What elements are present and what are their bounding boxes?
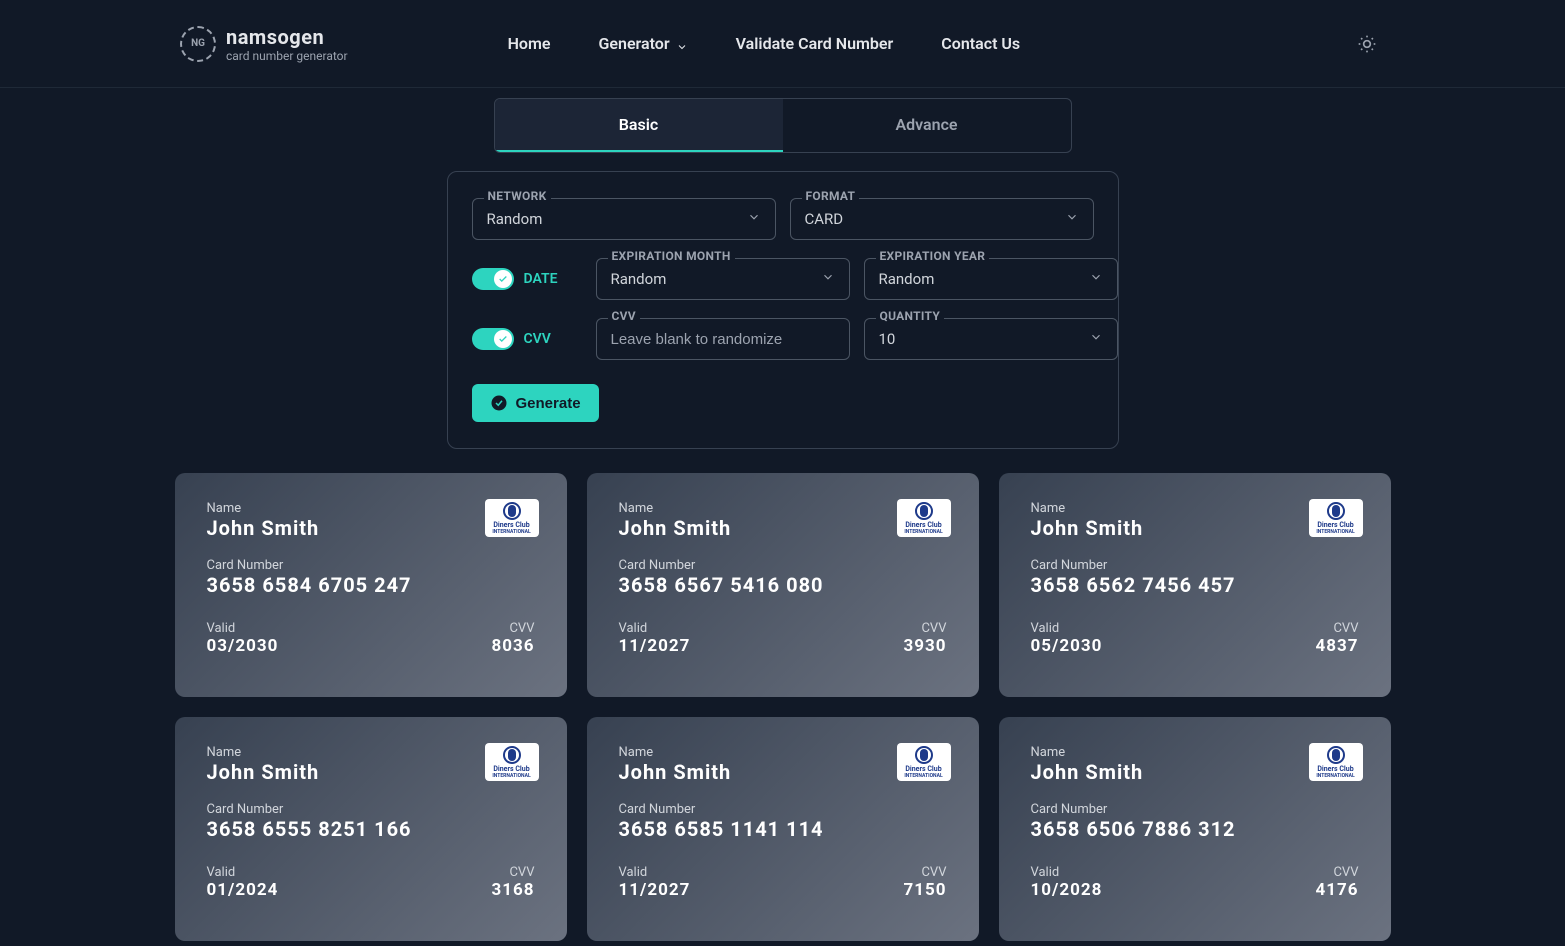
card-number-value: 3658 6555 8251 166 <box>207 817 535 841</box>
results-grid: Diners Club INTERNATIONAL Name John Smit… <box>175 473 1391 941</box>
quantity-select[interactable]: 10 <box>864 318 1118 360</box>
date-toggle[interactable] <box>472 268 514 290</box>
nav-generator-label: Generator <box>598 34 669 53</box>
check-icon <box>498 334 508 344</box>
card-number-label: Card Number <box>619 558 947 573</box>
cvv-label: CVV <box>608 309 640 323</box>
card-cvv-label: CVV <box>1315 621 1358 636</box>
chevron-down-icon <box>1065 210 1079 228</box>
chevron-down-icon <box>1089 330 1103 348</box>
card-number-value: 3658 6584 6705 247 <box>207 573 535 597</box>
credit-card: Diners Club INTERNATIONAL Name John Smit… <box>999 473 1391 697</box>
card-network-logo: Diners Club INTERNATIONAL <box>485 499 539 537</box>
tab-advance[interactable]: Advance <box>783 99 1071 152</box>
generator-form: NETWORK Random FORMAT CARD DATE EXPIRATI <box>447 171 1119 449</box>
logo[interactable]: NG namsogen card number generator <box>180 25 348 63</box>
card-number-value: 3658 6585 1141 114 <box>619 817 947 841</box>
card-valid-value: 11/2027 <box>619 880 691 900</box>
card-cvv-value: 4837 <box>1315 636 1358 656</box>
cvv-input[interactable] <box>596 318 850 360</box>
card-cvv-value: 3168 <box>491 880 534 900</box>
credit-card: Diners Club INTERNATIONAL Name John Smit… <box>587 717 979 941</box>
card-valid-label: Valid <box>207 865 279 880</box>
generate-button[interactable]: Generate <box>472 384 599 422</box>
card-network-logo: Diners Club INTERNATIONAL <box>897 743 951 781</box>
format-label: FORMAT <box>802 189 860 203</box>
card-cvv-label: CVV <box>903 865 946 880</box>
quantity-label: QUANTITY <box>876 309 945 323</box>
card-network-logo: Diners Club INTERNATIONAL <box>485 743 539 781</box>
cvv-toggle[interactable] <box>472 328 514 350</box>
brand-name: namsogen <box>226 25 348 49</box>
check-circle-icon <box>490 394 508 412</box>
gear-logo-icon: NG <box>180 26 216 62</box>
card-valid-value: 10/2028 <box>1031 880 1103 900</box>
tab-basic[interactable]: Basic <box>495 99 783 152</box>
exp-month-select[interactable]: Random <box>596 258 850 300</box>
credit-card: Diners Club INTERNATIONAL Name John Smit… <box>175 717 567 941</box>
network-value: Random <box>487 210 543 228</box>
card-valid-label: Valid <box>619 621 691 636</box>
exp-year-label: EXPIRATION YEAR <box>876 249 990 263</box>
format-value: CARD <box>805 210 844 228</box>
network-select[interactable]: Random <box>472 198 776 240</box>
exp-year-value: Random <box>879 270 935 288</box>
exp-month-value: Random <box>611 270 667 288</box>
card-valid-label: Valid <box>207 621 279 636</box>
chevron-down-icon <box>676 38 688 50</box>
nav-home[interactable]: Home <box>508 34 551 53</box>
sun-icon <box>1357 34 1377 54</box>
theme-toggle-button[interactable] <box>1349 26 1385 62</box>
quantity-value: 10 <box>879 330 896 348</box>
card-network-logo: Diners Club INTERNATIONAL <box>1309 743 1363 781</box>
generate-label: Generate <box>516 395 581 412</box>
mode-tabs: Basic Advance <box>494 98 1072 153</box>
format-select[interactable]: CARD <box>790 198 1094 240</box>
card-number-value: 3658 6506 7886 312 <box>1031 817 1359 841</box>
card-cvv-value: 3930 <box>903 636 946 656</box>
card-number-value: 3658 6567 5416 080 <box>619 573 947 597</box>
card-network-logo: Diners Club INTERNATIONAL <box>897 499 951 537</box>
card-network-logo: Diners Club INTERNATIONAL <box>1309 499 1363 537</box>
card-number-value: 3658 6562 7456 457 <box>1031 573 1359 597</box>
card-cvv-value: 7150 <box>903 880 946 900</box>
card-number-label: Card Number <box>1031 558 1359 573</box>
chevron-down-icon <box>747 210 761 228</box>
card-number-label: Card Number <box>207 558 535 573</box>
nav-generator[interactable]: Generator <box>598 34 687 53</box>
card-cvv-value: 8036 <box>491 636 534 656</box>
card-valid-value: 01/2024 <box>207 880 279 900</box>
card-valid-label: Valid <box>619 865 691 880</box>
nav-contact[interactable]: Contact Us <box>941 34 1020 53</box>
card-cvv-value: 4176 <box>1315 880 1358 900</box>
card-valid-value: 05/2030 <box>1031 636 1103 656</box>
credit-card: Diners Club INTERNATIONAL Name John Smit… <box>999 717 1391 941</box>
exp-year-select[interactable]: Random <box>864 258 1118 300</box>
toggle-knob <box>494 330 512 348</box>
card-number-label: Card Number <box>1031 802 1359 817</box>
network-label: NETWORK <box>484 189 551 203</box>
chevron-down-icon <box>821 270 835 288</box>
card-valid-value: 03/2030 <box>207 636 279 656</box>
card-cvv-label: CVV <box>491 621 534 636</box>
card-valid-value: 11/2027 <box>619 636 691 656</box>
card-cvv-label: CVV <box>1315 865 1358 880</box>
card-cvv-label: CVV <box>491 865 534 880</box>
brand-tagline: card number generator <box>226 49 348 63</box>
check-icon <box>498 274 508 284</box>
card-valid-label: Valid <box>1031 621 1103 636</box>
toggle-knob <box>494 270 512 288</box>
card-number-label: Card Number <box>619 802 947 817</box>
nav-validate[interactable]: Validate Card Number <box>736 34 894 53</box>
date-toggle-label: DATE <box>524 271 558 287</box>
exp-month-label: EXPIRATION MONTH <box>608 249 735 263</box>
card-number-label: Card Number <box>207 802 535 817</box>
cvv-toggle-label: CVV <box>524 331 551 347</box>
credit-card: Diners Club INTERNATIONAL Name John Smit… <box>587 473 979 697</box>
card-cvv-label: CVV <box>903 621 946 636</box>
card-valid-label: Valid <box>1031 865 1103 880</box>
chevron-down-icon <box>1089 270 1103 288</box>
credit-card: Diners Club INTERNATIONAL Name John Smit… <box>175 473 567 697</box>
